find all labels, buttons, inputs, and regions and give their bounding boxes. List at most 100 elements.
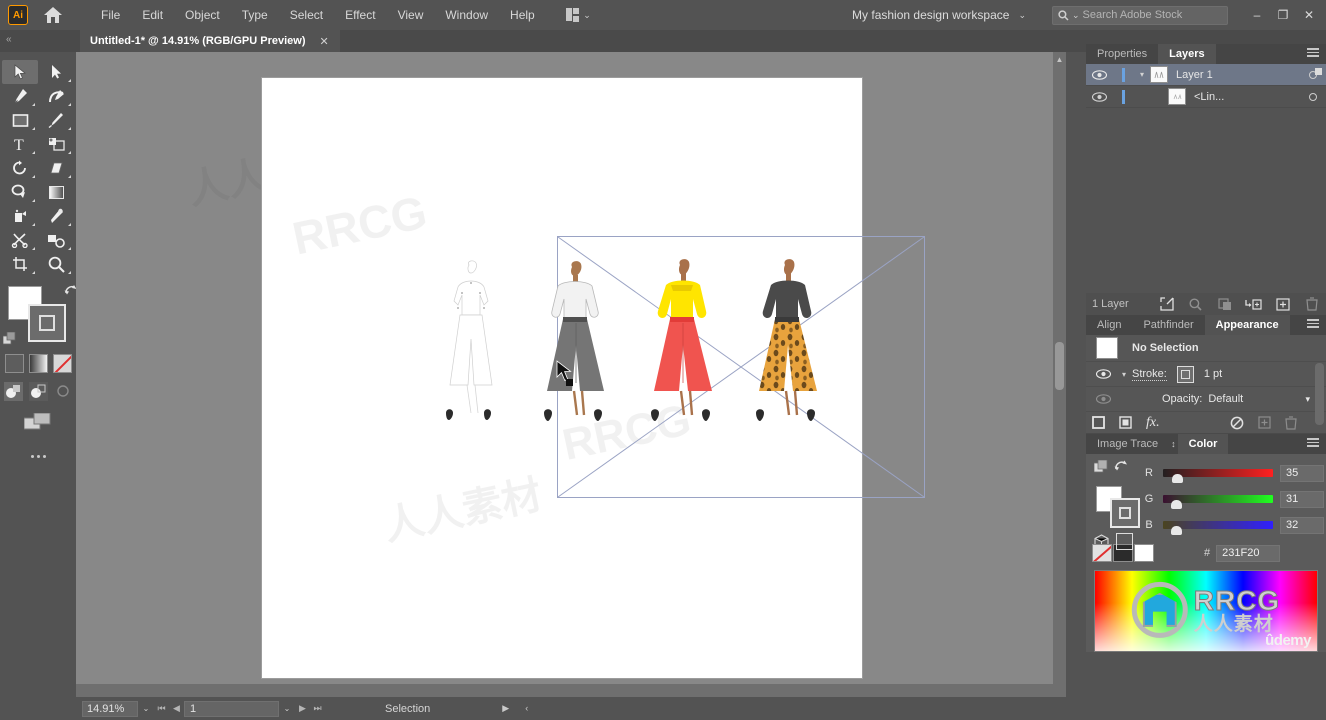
channel-value-b[interactable]: 32 (1280, 517, 1324, 534)
panel-menu-icon[interactable] (1307, 319, 1319, 328)
scrollbar-thumb[interactable] (1055, 342, 1064, 390)
fashion-figures-artwork[interactable] (422, 253, 852, 443)
add-new-effect-icon[interactable]: fx. (1146, 415, 1160, 431)
menu-item-help[interactable]: Help (499, 3, 546, 27)
collapse-panel-icon[interactable]: « (6, 34, 12, 45)
workspace-switcher[interactable]: My fashion design workspace ⌄ (846, 8, 1032, 22)
panel-menu-icon[interactable] (1307, 48, 1319, 57)
stroke-weight-value[interactable]: 1 pt (1204, 368, 1222, 380)
canvas-vertical-scrollbar[interactable]: ▲ ▼ (1053, 52, 1066, 697)
panel-resize-grip[interactable]: ↕ (1169, 439, 1178, 449)
close-button[interactable]: ✕ (1296, 3, 1322, 27)
color-stroke-swatch[interactable] (1110, 498, 1140, 528)
swap-fill-stroke-icon[interactable] (1114, 459, 1128, 473)
stroke-label[interactable]: Stroke: (1132, 368, 1167, 381)
eyedropper-tool[interactable] (38, 204, 74, 228)
eye-icon-dim[interactable] (1090, 394, 1116, 404)
tab-align[interactable]: Align (1086, 315, 1132, 335)
gradient-tool[interactable] (38, 180, 74, 204)
minimize-button[interactable]: – (1244, 3, 1270, 27)
clear-appearance-icon[interactable] (1230, 416, 1244, 430)
slider-track-b[interactable] (1163, 521, 1273, 529)
lock-column[interactable] (1112, 90, 1134, 104)
slider-knob-b[interactable] (1171, 526, 1182, 535)
change-screen-mode[interactable] (0, 413, 76, 433)
stroke-swatch[interactable] (1177, 366, 1194, 383)
artboard-tool[interactable] (2, 252, 38, 276)
chevron-down-icon[interactable]: ▾ (1116, 370, 1132, 379)
tab-properties[interactable]: Properties (1086, 44, 1158, 64)
create-new-layer-icon[interactable] (1268, 293, 1297, 315)
rectangle-tool[interactable] (2, 108, 38, 132)
appearance-scrollbar[interactable] (1315, 363, 1324, 425)
appearance-stroke-row[interactable]: ▾ Stroke: 1 pt (1086, 362, 1326, 387)
none-mode[interactable] (53, 354, 72, 373)
curvature-tool[interactable] (38, 84, 74, 108)
close-icon[interactable]: ✕ (320, 35, 329, 48)
target-circle-icon[interactable] (1300, 71, 1326, 79)
gradient-mode[interactable] (29, 354, 48, 373)
paintbrush-tool[interactable] (38, 108, 74, 132)
none-color-box[interactable] (1116, 533, 1133, 550)
layer-row[interactable]: <Lin... (1086, 86, 1326, 108)
chevron-down-icon[interactable]: ▾ (1134, 70, 1150, 79)
home-icon[interactable] (40, 2, 66, 28)
none-swatch[interactable] (1092, 544, 1112, 562)
draw-normal[interactable] (4, 382, 23, 401)
channel-value-g[interactable]: 31 (1280, 491, 1324, 508)
tab-pathfinder[interactable]: Pathfinder (1132, 315, 1204, 335)
menu-item-file[interactable]: File (90, 3, 131, 27)
menu-item-view[interactable]: View (387, 3, 435, 27)
restore-button[interactable]: ❐ (1270, 3, 1296, 27)
type-tool[interactable]: T (2, 132, 38, 156)
eraser-tool[interactable] (38, 156, 74, 180)
panel-menu-icon[interactable] (1307, 438, 1319, 447)
color-mode-3d-icon[interactable] (1094, 460, 1109, 475)
create-new-sublayer-icon[interactable] (1239, 293, 1268, 315)
lasso-tool[interactable] (2, 180, 38, 204)
edit-toolbar-icon[interactable] (0, 455, 76, 458)
artboard-number-input[interactable]: 1 (184, 701, 279, 717)
tab-image-trace[interactable]: Image Trace (1086, 434, 1169, 454)
rotate-tool[interactable] (2, 156, 38, 180)
menu-item-effect[interactable]: Effect (334, 3, 386, 27)
artboard-chevron-down-icon[interactable]: ⌄ (279, 701, 295, 717)
scissors-tool[interactable] (2, 228, 38, 252)
pen-tool[interactable] (2, 84, 38, 108)
scroll-up-arrow[interactable]: ▲ (1053, 52, 1066, 66)
make-clipping-mask-icon[interactable] (1210, 293, 1239, 315)
slider-track-r[interactable] (1163, 469, 1273, 477)
selection-tool[interactable] (2, 60, 38, 84)
opacity-value[interactable]: Default (1208, 393, 1243, 405)
shape-builder-tool[interactable] (38, 132, 74, 156)
canvas-horizontal-scrollbar[interactable] (76, 684, 1066, 697)
layer-name[interactable]: Layer 1 (1176, 69, 1300, 81)
search-icon[interactable] (1181, 293, 1210, 315)
delete-selection-icon[interactable] (1297, 293, 1326, 315)
chevron-down-icon[interactable]: ▾ (1305, 394, 1310, 405)
direct-selection-tool[interactable] (38, 60, 74, 84)
eye-icon[interactable] (1086, 92, 1112, 102)
menu-item-select[interactable]: Select (279, 3, 334, 27)
menu-item-type[interactable]: Type (231, 3, 279, 27)
solid-color-mode[interactable] (5, 354, 24, 373)
duplicate-item-icon[interactable] (1258, 416, 1271, 429)
previous-artboard-button[interactable]: ◀ (169, 701, 184, 717)
draw-behind[interactable] (29, 382, 48, 401)
last-artboard-button[interactable]: ⏭ (310, 701, 325, 717)
menu-item-edit[interactable]: Edit (131, 3, 174, 27)
menu-item-object[interactable]: Object (174, 3, 231, 27)
selection-swatch[interactable] (1096, 337, 1118, 359)
document-tab[interactable]: Untitled-1* @ 14.91% (RGB/GPU Preview) ✕ (80, 30, 340, 52)
color-spectrum-ramp[interactable]: RRCG 人人素材 ûdemy (1094, 570, 1318, 652)
channel-value-r[interactable]: 35 (1280, 465, 1324, 482)
lock-column[interactable] (1112, 68, 1134, 82)
add-new-fill-icon[interactable] (1119, 416, 1132, 429)
menu-item-window[interactable]: Window (434, 3, 499, 27)
draw-inside[interactable] (54, 382, 73, 401)
slider-knob-g[interactable] (1171, 500, 1182, 509)
default-fill-stroke-icon[interactable] (3, 332, 17, 346)
tab-layers[interactable]: Layers (1158, 44, 1215, 64)
symbol-sprayer-tool[interactable] (2, 204, 38, 228)
search-input[interactable]: ⌄ Search Adobe Stock (1052, 6, 1228, 25)
